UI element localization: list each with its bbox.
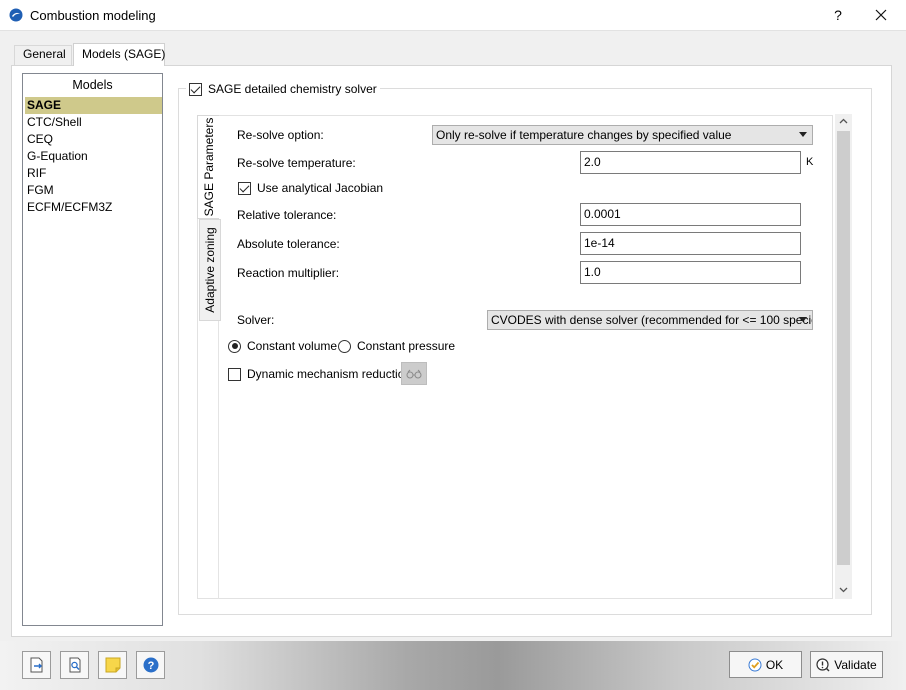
resolve-temperature-label: Re-solve temperature: [237,156,356,170]
models-header: Models [72,78,113,92]
validate-icon [816,657,830,671]
help-tool-button[interactable]: ? [136,651,165,679]
vertical-scrollbar[interactable] [835,114,852,599]
sage-enable-toggle[interactable]: SAGE detailed chemistry solver [186,81,380,97]
resolve-option-select[interactable]: Only re-solve if temperature changes by … [432,125,813,145]
checkmark-icon [748,658,762,671]
model-item-ctc-shell[interactable]: CTC/Shell [25,114,162,131]
scrollbar-thumb[interactable] [837,131,850,565]
model-item-ceq[interactable]: CEQ [25,131,162,148]
glasses-icon [406,369,422,379]
constant-volume-option[interactable]: Constant volume [228,339,337,353]
resolve-option-label: Re-solve option: [237,128,324,142]
resolve-temperature-unit: K [806,156,814,168]
models-list: Models SAGE CTC/Shell CEQ G-Equation RIF… [22,73,163,626]
export-icon [30,657,42,673]
relative-tolerance-input[interactable]: 0.0001 [580,203,801,226]
chevron-down-icon [799,132,807,137]
svg-text:?: ? [147,660,154,672]
model-item-ecfm[interactable]: ECFM/ECFM3Z [25,199,162,216]
solver-select[interactable]: CVODES with dense solver (recommended fo… [487,310,813,330]
absolute-tolerance-input[interactable]: 1e-14 [580,232,801,255]
ok-button[interactable]: OK [729,651,802,678]
help-button[interactable]: ? [826,4,850,26]
help-icon: ? [143,657,158,673]
solver-label: Solver: [237,313,275,327]
model-item-fgm[interactable]: FGM [25,182,162,199]
constant-pressure-label: Constant pressure [357,339,456,353]
dynamic-mechanism-checkbox[interactable] [228,367,241,381]
resolve-temperature-input[interactable]: 2.0 [580,151,801,174]
vtab-sage-parameters[interactable]: SAGE Parameters [197,115,219,219]
preview-button[interactable] [60,651,89,679]
solver-value: CVODES with dense solver (recommended fo… [491,313,813,327]
model-item-g-equation[interactable]: G-Equation [25,148,162,165]
scroll-up-icon[interactable] [835,114,852,130]
tab-general[interactable]: General [14,45,72,65]
validate-label: Validate [834,657,877,672]
close-button[interactable] [866,4,896,26]
relative-tolerance-label: Relative tolerance: [237,208,337,222]
export-button[interactable] [22,651,51,679]
analytical-jacobian-label: Use analytical Jacobian [257,181,384,195]
model-item-sage[interactable]: SAGE [25,97,162,114]
note-icon [105,657,120,673]
model-item-rif[interactable]: RIF [25,165,162,182]
constant-pressure-radio[interactable] [338,339,351,353]
vtab-adaptive-zoning-label: Adaptive zoning [203,227,217,313]
preview-icon [69,657,80,673]
constant-pressure-option[interactable]: Constant pressure [338,339,455,353]
window-title: Combustion modeling [30,8,156,23]
title-bar: Combustion modeling ? [0,0,906,31]
validate-button[interactable]: Validate [810,651,883,678]
chevron-down-icon [799,317,807,322]
constant-volume-label: Constant volume [247,339,338,353]
resolve-option-value: Only re-solve if temperature changes by … [436,128,732,142]
analytical-jacobian-toggle[interactable]: Use analytical Jacobian [238,181,383,195]
tab-models-sage[interactable]: Models (SAGE) [73,43,165,66]
absolute-tolerance-label: Absolute tolerance: [237,237,340,251]
analytical-jacobian-checkbox[interactable] [238,181,251,195]
dynamic-mechanism-toggle[interactable]: Dynamic mechanism reduction [228,367,411,381]
sage-enable-checkbox[interactable] [189,82,202,96]
dynamic-mechanism-label: Dynamic mechanism reduction [247,367,412,381]
sage-enable-label: SAGE detailed chemistry solver [208,82,377,96]
vtab-adaptive-zoning[interactable]: Adaptive zoning [199,219,221,321]
reaction-multiplier-input[interactable]: 1.0 [580,261,801,284]
reaction-multiplier-label: Reaction multiplier: [237,266,340,280]
scroll-down-icon[interactable] [835,583,852,599]
constant-volume-radio[interactable] [228,339,241,353]
app-logo-icon [9,8,23,22]
ok-label: OK [765,657,784,672]
note-button[interactable] [98,651,127,679]
close-icon [875,9,887,21]
vtab-sage-parameters-label: SAGE Parameters [201,117,216,217]
dynamic-mechanism-settings-button[interactable] [401,362,427,385]
